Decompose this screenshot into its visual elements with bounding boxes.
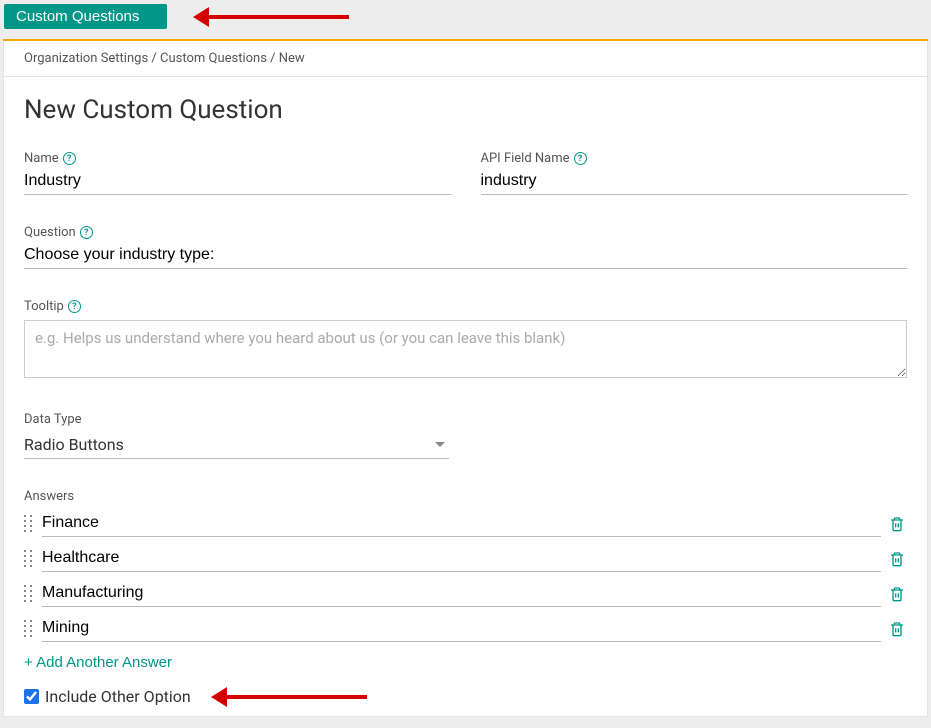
drag-handle-icon[interactable] bbox=[24, 584, 36, 604]
delete-answer-button[interactable] bbox=[887, 514, 907, 534]
trash-icon bbox=[889, 516, 905, 532]
breadcrumb: Organization Settings / Custom Questions… bbox=[4, 41, 927, 77]
trash-icon bbox=[889, 586, 905, 602]
delete-answer-button[interactable] bbox=[887, 619, 907, 639]
drag-handle-icon[interactable] bbox=[24, 619, 36, 639]
name-field-wrap: Name ? bbox=[24, 151, 451, 195]
datatype-select[interactable]: Radio Buttons bbox=[24, 431, 449, 459]
api-input[interactable] bbox=[481, 168, 908, 195]
breadcrumb-org-settings[interactable]: Organization Settings bbox=[24, 51, 148, 66]
help-icon[interactable]: ? bbox=[80, 226, 93, 239]
question-label: Question bbox=[24, 225, 76, 240]
main-panel: Organization Settings / Custom Questions… bbox=[3, 41, 928, 717]
form-content: New Custom Question Name ? API Field Nam… bbox=[4, 77, 927, 716]
help-icon[interactable]: ? bbox=[68, 300, 81, 313]
question-input[interactable] bbox=[24, 242, 907, 269]
answer-row bbox=[24, 545, 907, 572]
chevron-down-icon bbox=[435, 442, 445, 447]
answer-row bbox=[24, 510, 907, 537]
breadcrumb-sep: / bbox=[151, 51, 160, 66]
api-label: API Field Name bbox=[481, 151, 570, 166]
help-icon[interactable]: ? bbox=[63, 152, 76, 165]
annotation-arrow-top bbox=[199, 15, 349, 19]
answers-section: Answers + Add Another Answer Include Oth… bbox=[24, 489, 907, 706]
answers-list bbox=[24, 510, 907, 642]
page-title: New Custom Question bbox=[24, 95, 907, 125]
question-field-wrap: Question ? bbox=[24, 225, 907, 269]
drag-handle-icon[interactable] bbox=[24, 514, 36, 534]
api-field-wrap: API Field Name ? bbox=[481, 151, 908, 195]
delete-answer-button[interactable] bbox=[887, 549, 907, 569]
include-other-label[interactable]: Include Other Option bbox=[45, 687, 191, 706]
answer-input[interactable] bbox=[42, 580, 881, 607]
breadcrumb-current: New bbox=[279, 51, 305, 66]
include-other-row: Include Other Option bbox=[24, 687, 907, 706]
trash-icon bbox=[889, 551, 905, 567]
answers-label: Answers bbox=[24, 489, 907, 504]
answer-row bbox=[24, 615, 907, 642]
datatype-value: Radio Buttons bbox=[24, 435, 124, 454]
breadcrumb-sep: / bbox=[270, 51, 279, 66]
answer-input[interactable] bbox=[42, 545, 881, 572]
help-icon[interactable]: ? bbox=[574, 152, 587, 165]
tooltip-field-wrap: Tooltip ? bbox=[24, 299, 907, 382]
trash-icon bbox=[889, 621, 905, 637]
breadcrumb-custom-questions[interactable]: Custom Questions bbox=[160, 51, 267, 66]
include-other-checkbox[interactable] bbox=[24, 689, 39, 704]
answer-row bbox=[24, 580, 907, 607]
custom-questions-tab[interactable]: Custom Questions bbox=[4, 4, 167, 29]
delete-answer-button[interactable] bbox=[887, 584, 907, 604]
datatype-label: Data Type bbox=[24, 412, 82, 427]
annotation-arrow-bottom bbox=[217, 695, 367, 699]
drag-handle-icon[interactable] bbox=[24, 549, 36, 569]
answer-input[interactable] bbox=[42, 510, 881, 537]
add-answer-button[interactable]: + Add Another Answer bbox=[24, 654, 172, 671]
answer-input[interactable] bbox=[42, 615, 881, 642]
name-label: Name bbox=[24, 151, 59, 166]
name-input[interactable] bbox=[24, 168, 451, 195]
tooltip-textarea[interactable] bbox=[24, 320, 907, 378]
top-bar: Custom Questions bbox=[0, 0, 931, 39]
tooltip-label: Tooltip bbox=[24, 299, 64, 314]
datatype-field-wrap: Data Type Radio Buttons bbox=[24, 412, 907, 459]
